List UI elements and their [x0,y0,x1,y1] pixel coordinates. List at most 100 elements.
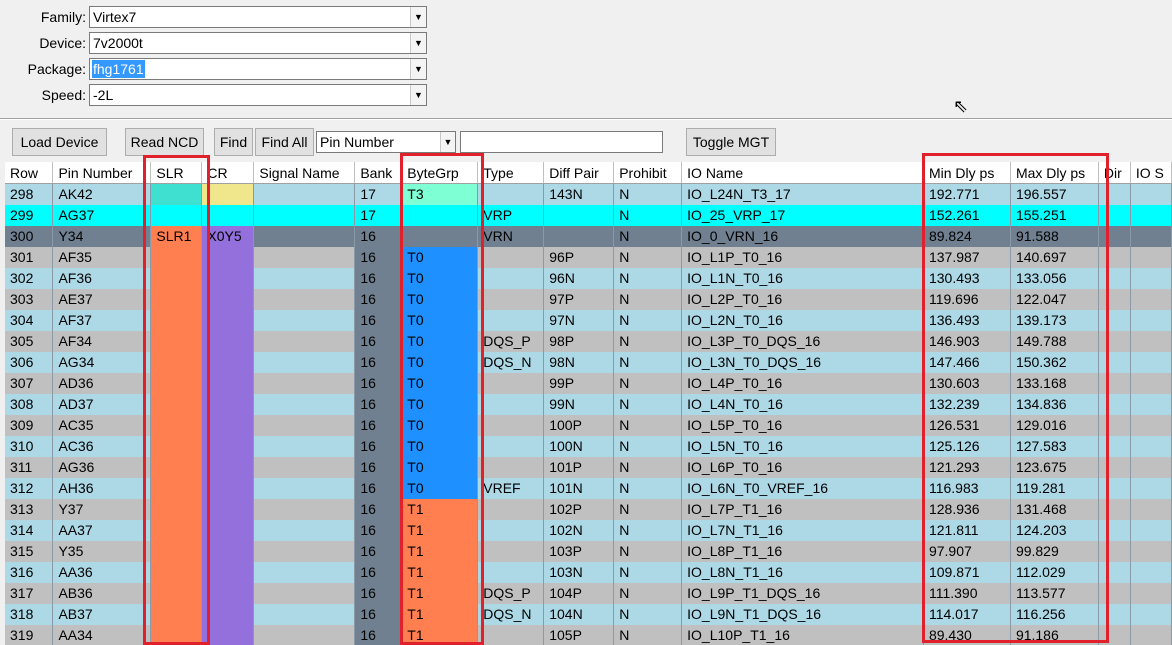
cell-cr[interactable] [201,267,255,289]
table-row[interactable]: 318 AB37 16 T1 DQS_N 104N N IO_L9N_T1_DQS_16 114… [5,603,1172,625]
column-header-pin-number[interactable]: Pin Number [52,162,152,184]
cell-io-name[interactable]: IO_L7P_T1_16 [681,498,924,520]
cell-slr[interactable] [150,372,203,394]
cell-pin-number[interactable]: AD36 [52,372,152,394]
cell-cr[interactable] [201,204,255,226]
cell-bytegrp[interactable] [401,225,479,247]
column-header-bank[interactable]: Bank [354,162,403,184]
cell-io-name[interactable]: IO_L2P_T0_16 [681,288,924,310]
column-header-row[interactable]: Row [5,162,54,184]
cell-signal-name[interactable] [253,519,356,541]
cell-pin-number[interactable]: AA37 [52,519,152,541]
cell-io-name[interactable]: IO_L8P_T1_16 [681,540,924,562]
cell-row[interactable]: 301 [5,246,54,268]
cell-pin-number[interactable]: AB36 [52,582,152,604]
cell-io-name[interactable]: IO_L4N_T0_16 [681,393,924,415]
cell-pin-number[interactable]: AF34 [52,330,152,352]
cell-io-name[interactable]: IO_L7N_T1_16 [681,519,924,541]
cell-prohibit[interactable]: N [613,225,683,247]
cell-dir[interactable] [1098,330,1131,352]
cell-dir[interactable] [1098,456,1131,478]
column-header-slr[interactable]: SLR [150,162,203,184]
table-row[interactable]: 315 Y35 16 T1 103P N IO_L8P_T1_16 97.907 99.829 [5,540,1172,562]
cell-min-dly[interactable]: 125.126 [923,435,1011,457]
cell-io-s[interactable] [1130,519,1172,541]
cell-max-dly[interactable]: 149.788 [1010,330,1099,352]
cell-diff-pair[interactable]: 99N [543,393,615,415]
chevron-down-icon[interactable]: ▼ [410,7,426,27]
search-field-select[interactable]: Pin Number ▼ [316,131,456,153]
cell-pin-number[interactable]: AC36 [52,435,152,457]
cell-type[interactable] [477,267,545,289]
cell-bytegrp[interactable]: T1 [401,540,479,562]
cell-type[interactable] [477,561,545,583]
cell-dir[interactable] [1098,414,1131,436]
cell-signal-name[interactable] [253,540,356,562]
cell-max-dly[interactable]: 131.468 [1010,498,1099,520]
cell-io-s[interactable] [1130,372,1172,394]
table-row[interactable]: 319 AA34 16 T1 105P N IO_L10P_T1_16 89.430 91.18… [5,624,1172,645]
cell-bank[interactable]: 16 [354,540,403,562]
cell-row[interactable]: 307 [5,372,54,394]
cell-bank[interactable]: 16 [354,435,403,457]
cell-diff-pair[interactable]: 102P [543,498,615,520]
read-ncd-button[interactable]: Read NCD [125,128,204,156]
chevron-down-icon[interactable]: ▼ [410,59,426,79]
cell-type[interactable] [477,540,545,562]
cell-slr[interactable] [150,351,203,373]
chevron-down-icon[interactable]: ▼ [440,132,455,152]
cell-row[interactable]: 298 [5,183,54,205]
cell-type[interactable] [477,624,545,645]
cell-pin-number[interactable]: Y35 [52,540,152,562]
cell-bytegrp[interactable]: T1 [401,624,479,645]
cell-prohibit[interactable]: N [613,183,683,205]
cell-io-s[interactable] [1130,582,1172,604]
cell-prohibit[interactable]: N [613,540,683,562]
cell-slr[interactable] [150,603,203,625]
cell-cr[interactable] [201,330,255,352]
cell-bank[interactable]: 16 [354,309,403,331]
cell-dir[interactable] [1098,582,1131,604]
cell-signal-name[interactable] [253,372,356,394]
cell-min-dly[interactable]: 116.983 [923,477,1011,499]
cell-bytegrp[interactable] [401,204,479,226]
cell-slr[interactable] [150,582,203,604]
cell-signal-name[interactable] [253,624,356,645]
cell-prohibit[interactable]: N [613,267,683,289]
cell-io-s[interactable] [1130,393,1172,415]
cell-bytegrp[interactable]: T0 [401,435,479,457]
cell-type[interactable] [477,498,545,520]
cell-signal-name[interactable] [253,288,356,310]
cell-prohibit[interactable]: N [613,561,683,583]
cell-signal-name[interactable] [253,456,356,478]
cell-signal-name[interactable] [253,183,356,205]
column-header-bytegrp[interactable]: ByteGrp [401,162,479,184]
cell-max-dly[interactable]: 127.583 [1010,435,1099,457]
cell-row[interactable]: 315 [5,540,54,562]
cell-signal-name[interactable] [253,498,356,520]
cell-dir[interactable] [1098,267,1131,289]
cell-bytegrp[interactable]: T0 [401,477,479,499]
cell-row[interactable]: 308 [5,393,54,415]
cell-bytegrp[interactable]: T0 [401,351,479,373]
cell-slr[interactable] [150,393,203,415]
chevron-down-icon[interactable]: ▼ [410,85,426,105]
toggle-mgt-button[interactable]: Toggle MGT [686,128,776,156]
cell-dir[interactable] [1098,393,1131,415]
cell-diff-pair[interactable]: 104P [543,582,615,604]
cell-pin-number[interactable]: AF36 [52,267,152,289]
table-row[interactable]: 309 AC35 16 T0 100P N IO_L5P_T0_16 126.531 129.0… [5,414,1172,436]
cell-signal-name[interactable] [253,267,356,289]
cell-pin-number[interactable]: AA34 [52,624,152,645]
cell-bank[interactable]: 17 [354,183,403,205]
cell-bank[interactable]: 16 [354,372,403,394]
cell-slr[interactable] [150,288,203,310]
cell-bank[interactable]: 16 [354,603,403,625]
cell-min-dly[interactable]: 192.771 [923,183,1011,205]
cell-max-dly[interactable]: 113.577 [1010,582,1099,604]
cell-row[interactable]: 299 [5,204,54,226]
cell-max-dly[interactable]: 123.675 [1010,456,1099,478]
cell-min-dly[interactable]: 89.430 [923,624,1011,645]
cell-io-name[interactable]: IO_L5P_T0_16 [681,414,924,436]
cell-dir[interactable] [1098,204,1131,226]
